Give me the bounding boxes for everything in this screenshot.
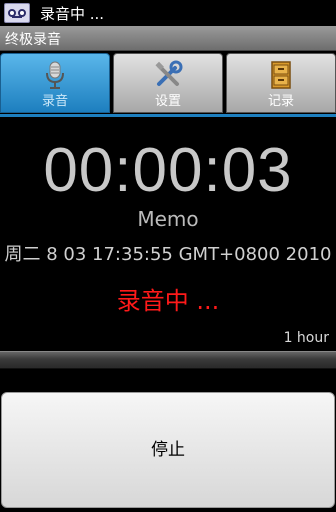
title-bar: 终极录音	[0, 26, 336, 51]
tab-settings-label: 设置	[154, 94, 181, 109]
status-bar-text: 录音中 ...	[40, 5, 105, 23]
elapsed-timer: 00:00:03	[43, 136, 293, 205]
recording-name: Memo	[137, 207, 199, 231]
tab-records-label: 记录	[267, 94, 294, 109]
recording-datetime: 周二 8 03 17:35:55 GMT+0800 2010	[4, 244, 332, 265]
app-title: 终极录音	[5, 32, 61, 48]
recording-progress-bar	[0, 351, 336, 369]
status-bar: 录音中 ...	[0, 0, 336, 26]
tab-record-label: 录音	[41, 94, 68, 109]
tab-settings[interactable]: 设置	[113, 53, 223, 113]
cassette-icon	[4, 3, 30, 23]
max-duration-label: 1 hour	[283, 330, 329, 346]
stop-button[interactable]: 停止	[1, 392, 335, 508]
file-cabinet-icon	[271, 61, 291, 89]
recording-status: 录音中 ...	[116, 287, 220, 315]
tab-bar: 录音 设置 记录	[0, 51, 336, 115]
tab-record[interactable]: 录音	[0, 53, 110, 113]
microphone-icon	[46, 61, 64, 89]
tools-icon	[155, 60, 183, 86]
tab-indicator	[0, 114, 336, 117]
tab-records[interactable]: 记录	[226, 53, 336, 113]
